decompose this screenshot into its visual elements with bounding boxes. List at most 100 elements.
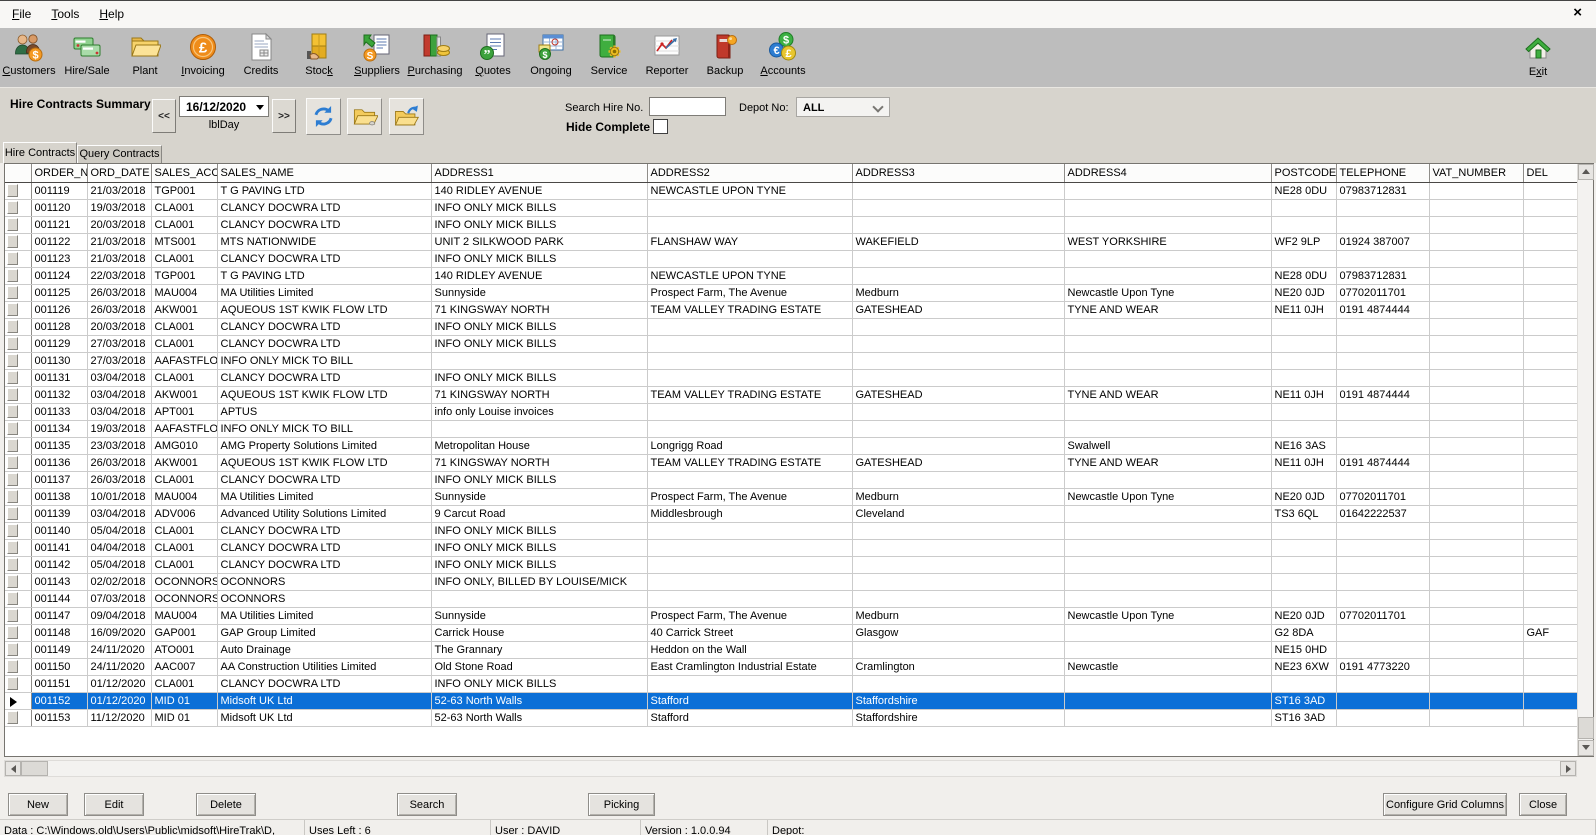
table-row[interactable]: 00112019/03/2018CLA001CLANCY DOCWRA LTDI… <box>5 199 1577 216</box>
search-hire-no-input[interactable] <box>649 97 726 116</box>
toolbar-button-suppliers[interactable]: Suppliers <box>348 28 406 85</box>
row-indicator-box <box>7 558 18 571</box>
table-row[interactable]: 00112526/03/2018MAU004MA Utilities Limit… <box>5 284 1577 301</box>
new-button[interactable]: New <box>8 793 68 816</box>
table-row[interactable]: 00112820/03/2018CLA001CLANCY DOCWRA LTDI… <box>5 318 1577 335</box>
table-row[interactable]: 00114709/04/2018MAU004MA Utilities Limit… <box>5 607 1577 624</box>
scroll-up-button[interactable] <box>1578 164 1594 180</box>
window-close-icon[interactable]: × <box>1573 5 1582 20</box>
column-header-postcode[interactable]: POSTCODE <box>1271 164 1336 182</box>
previous-day-button[interactable]: << <box>152 99 176 133</box>
column-header-indicator[interactable] <box>5 164 31 182</box>
table-row[interactable]: 00113303/04/2018APT001APTUSinfo only Lou… <box>5 403 1577 420</box>
column-header-sales-name[interactable]: SALES_NAME <box>217 164 431 182</box>
toolbar-button-stock[interactable]: Stock <box>290 28 348 85</box>
toolbar-button-plant[interactable]: Plant <box>116 28 174 85</box>
column-header-vat-number[interactable]: VAT_NUMBER <box>1429 164 1523 182</box>
cell: NEWCASTLE UPON TYNE <box>647 267 852 284</box>
table-row[interactable]: 00113903/04/2018ADV006Advanced Utility S… <box>5 505 1577 522</box>
toolbar-label-quotes: Quotes <box>475 65 510 77</box>
table-row[interactable]: 00113810/01/2018MAU004MA Utilities Limit… <box>5 488 1577 505</box>
table-row[interactable]: 00114104/04/2018CLA001CLANCY DOCWRA LTDI… <box>5 539 1577 556</box>
table-row[interactable]: 00112321/03/2018CLA001CLANCY DOCWRA LTDI… <box>5 250 1577 267</box>
edit-button[interactable]: Edit <box>84 793 144 816</box>
table-row[interactable]: 00112120/03/2018CLA001CLANCY DOCWRA LTDI… <box>5 216 1577 233</box>
table-row[interactable]: 00115024/11/2020AAC007AA Construction Ut… <box>5 658 1577 675</box>
export-folder-button[interactable] <box>389 98 424 135</box>
next-day-button[interactable]: >> <box>272 99 296 133</box>
hide-complete-checkbox[interactable] <box>653 119 668 134</box>
table-row[interactable]: 00113626/03/2018AKW001AQUEOUS 1ST KWIK F… <box>5 454 1577 471</box>
vertical-scrollbar-thumb[interactable] <box>1578 717 1594 739</box>
toolbar-button-customers[interactable]: Customers <box>0 28 58 85</box>
vertical-scrollbar[interactable] <box>1577 164 1593 756</box>
configure-grid-columns-button[interactable]: Configure Grid Columns <box>1383 793 1507 816</box>
column-header-sales-acc[interactable]: SALES_ACC <box>151 164 217 182</box>
horizontal-scrollbar-thumb[interactable] <box>21 761 48 776</box>
column-header-telephone[interactable]: TELEPHONE <box>1336 164 1429 182</box>
cell <box>1523 233 1577 250</box>
table-row[interactable]: 00112626/03/2018AKW001AQUEOUS 1ST KWIK F… <box>5 301 1577 318</box>
menu-tools[interactable]: Tools <box>41 1 89 21</box>
column-header-address1[interactable]: ADDRESS1 <box>431 164 647 182</box>
cell: NE28 0DU <box>1271 182 1336 199</box>
open-folder-button[interactable] <box>347 98 382 135</box>
scroll-down-button[interactable] <box>1578 740 1594 756</box>
tab-hire-contracts[interactable]: Hire Contracts <box>3 142 77 163</box>
table-row[interactable]: 00115311/12/2020MID 01Midsoft UK Ltd52-6… <box>5 709 1577 726</box>
column-header-del[interactable]: DEL <box>1523 164 1577 182</box>
table-row[interactable]: 00113419/03/2018AAFASTFLOWINFO ONLY MICK… <box>5 420 1577 437</box>
table-row[interactable]: 00112927/03/2018CLA001CLANCY DOCWRA LTDI… <box>5 335 1577 352</box>
column-header-order-num[interactable]: ORDER_NUM <box>31 164 87 182</box>
toolbar-button-quotes[interactable]: Quotes <box>464 28 522 85</box>
menu-file[interactable]: File <box>2 1 41 21</box>
table-row[interactable]: 00114302/02/2018OCONNORSOCONNORSINFO ONL… <box>5 573 1577 590</box>
cell: TS3 6QL <box>1271 505 1336 522</box>
cell <box>647 675 852 692</box>
column-header-address2[interactable]: ADDRESS2 <box>647 164 852 182</box>
refresh-button[interactable] <box>306 98 341 135</box>
cell: Advanced Utility Solutions Limited <box>217 505 431 522</box>
tab-query-contracts[interactable]: Query Contracts <box>77 145 162 163</box>
table-row[interactable]: 00111921/03/2018TGP001T G PAVING LTD140 … <box>5 182 1577 199</box>
scroll-right-button[interactable] <box>1560 761 1576 776</box>
toolbar-button-credits[interactable]: Credits <box>232 28 290 85</box>
table-row[interactable]: 00114924/11/2020ATO001Auto DrainageThe G… <box>5 641 1577 658</box>
toolbar-button-exit[interactable]: Exit <box>1509 29 1567 86</box>
table-row[interactable]: 00114816/09/2020GAP001GAP Group LimitedC… <box>5 624 1577 641</box>
table-row[interactable]: 00114407/03/2018OCONNORSOCONNORS <box>5 590 1577 607</box>
menu-help[interactable]: Help <box>89 1 134 21</box>
table-row[interactable]: 00112422/03/2018TGP001T G PAVING LTD140 … <box>5 267 1577 284</box>
toolbar-button-invoicing[interactable]: Invoicing <box>174 28 232 85</box>
column-header-ord-date[interactable]: ORD_DATE <box>87 164 151 182</box>
table-row[interactable]: 00113523/03/2018AMG010AMG Property Solut… <box>5 437 1577 454</box>
toolbar-button-reporter[interactable]: Reporter <box>638 28 696 85</box>
picking-button[interactable]: Picking <box>588 793 655 816</box>
scroll-left-button[interactable] <box>5 761 21 776</box>
table-row[interactable]: 00113027/03/2018AAFASTFLOWINFO ONLY MICK… <box>5 352 1577 369</box>
date-dropdown[interactable]: 16/12/2020 <box>179 96 269 117</box>
column-header-address3[interactable]: ADDRESS3 <box>852 164 1064 182</box>
horizontal-scrollbar[interactable] <box>4 760 1577 777</box>
table-row[interactable]: 00113103/04/2018CLA001CLANCY DOCWRA LTDI… <box>5 369 1577 386</box>
toolbar-button-accounts[interactable]: Accounts <box>754 28 812 85</box>
toolbar-button-hire-sale[interactable]: Hire/Sale <box>58 28 116 85</box>
toolbar-button-service[interactable]: Service <box>580 28 638 85</box>
table-row[interactable]: 00115101/12/2020CLA001CLANCY DOCWRA LTDI… <box>5 675 1577 692</box>
table-row[interactable]: 00115201/12/2020MID 01Midsoft UK Ltd52-6… <box>5 692 1577 709</box>
table-row[interactable]: 00114205/04/2018CLA001CLANCY DOCWRA LTDI… <box>5 556 1577 573</box>
close-button[interactable]: Close <box>1519 793 1567 816</box>
toolbar-button-purchasing[interactable]: Purchasing <box>406 28 464 85</box>
depot-dropdown[interactable]: ALL <box>796 97 890 117</box>
table-row[interactable]: 00113726/03/2018CLA001CLANCY DOCWRA LTDI… <box>5 471 1577 488</box>
column-header-address4[interactable]: ADDRESS4 <box>1064 164 1271 182</box>
toolbar-button-backup[interactable]: Backup <box>696 28 754 85</box>
table-row[interactable]: 00114005/04/2018CLA001CLANCY DOCWRA LTDI… <box>5 522 1577 539</box>
toolbar-button-ongoing[interactable]: Ongoing <box>522 28 580 85</box>
table-row[interactable]: 00113203/04/2018AKW001AQUEOUS 1ST KWIK F… <box>5 386 1577 403</box>
cell: T G PAVING LTD <box>217 182 431 199</box>
cell: Staffordshire <box>852 692 1064 709</box>
search-button[interactable]: Search <box>397 793 457 816</box>
delete-button[interactable]: Delete <box>196 793 256 816</box>
table-row[interactable]: 00112221/03/2018MTS001MTS NATIONWIDEUNIT… <box>5 233 1577 250</box>
